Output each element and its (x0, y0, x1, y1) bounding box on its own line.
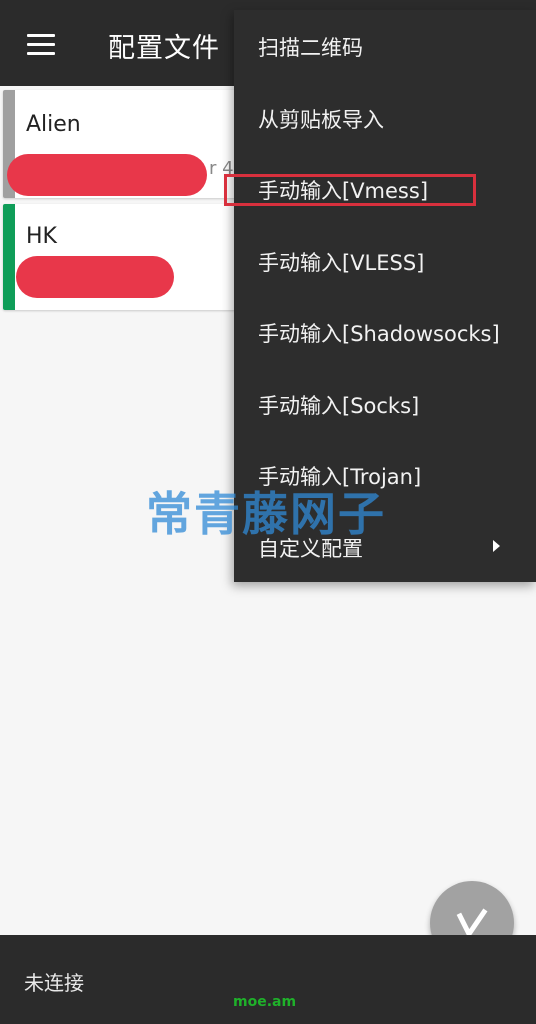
watermark-text: 常青藤网子 (146, 487, 386, 541)
bottom-status-bar: 未连接 moe.am (0, 935, 536, 1024)
profile-name: Alien (26, 112, 81, 137)
highlight-box (224, 174, 476, 206)
menu-item-scan-qr[interactable]: 扫描二维码 (258, 32, 363, 62)
redaction-mark (16, 256, 174, 298)
profile-name: HK (26, 224, 57, 249)
menu-item-manual-vless[interactable]: 手动输入[VLESS] (258, 247, 424, 277)
menu-item-import-clipboard[interactable]: 从剪贴板导入 (258, 104, 384, 134)
menu-item-manual-shadowsocks[interactable]: 手动输入[Shadowsocks] (258, 318, 500, 348)
chevron-right-icon (493, 540, 500, 552)
redaction-mark (7, 154, 207, 196)
connection-status: 未连接 (24, 971, 84, 995)
site-watermark: moe.am (233, 994, 297, 1010)
profile-status-bar (3, 204, 15, 310)
page-title: 配置文件 (108, 33, 220, 64)
hamburger-menu-icon[interactable] (27, 34, 55, 56)
menu-item-manual-socks[interactable]: 手动输入[Socks] (258, 390, 419, 420)
